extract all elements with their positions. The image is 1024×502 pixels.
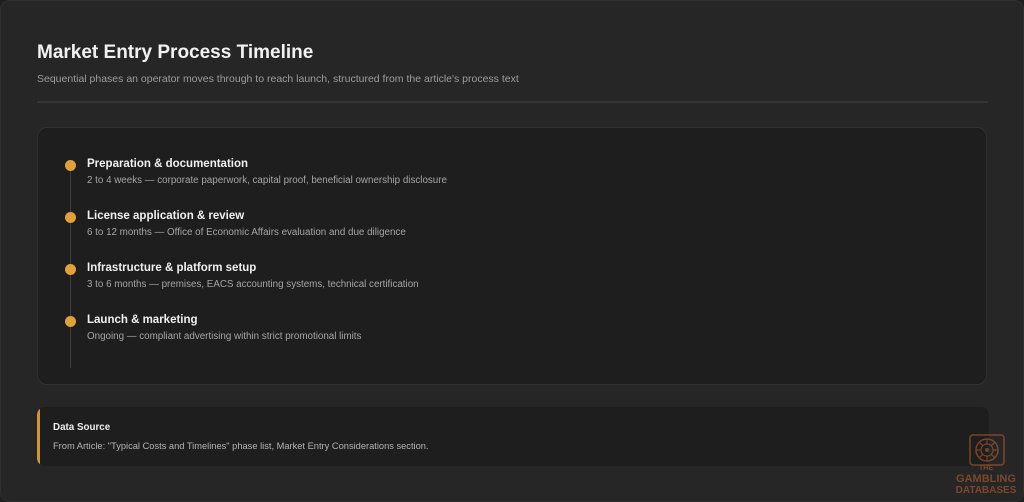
timeline-dot-icon: [65, 264, 76, 275]
source-heading: Data Source: [53, 422, 111, 433]
timeline-dot-icon: [65, 160, 76, 171]
data-source-card: Data Source From Article: "Typical Costs…: [37, 407, 989, 466]
step-description: 6 to 12 months — Office of Economic Affa…: [87, 227, 406, 238]
roulette-wheel-icon: [969, 434, 1005, 466]
step-description: 2 to 4 weeks — corporate paperwork, capi…: [87, 175, 447, 186]
step-title: Preparation & documentation: [87, 158, 249, 170]
timeline-dot-icon: [65, 316, 76, 327]
source-text: From Article: "Typical Costs and Timelin…: [53, 441, 429, 451]
watermark-logo: THE GAMBLING DATABASES: [948, 432, 1022, 500]
app-frame: Market Entry Process Timeline Sequential…: [0, 0, 1024, 502]
source-accent-bar: [37, 407, 40, 466]
header-divider: [37, 101, 988, 103]
watermark-text: GAMBLING: [956, 473, 1016, 485]
step-title: Launch & marketing: [87, 314, 198, 326]
timeline-card: Preparation & documentation 2 to 4 weeks…: [37, 127, 987, 385]
step-title: Infrastructure & platform setup: [87, 262, 257, 274]
step-description: Ongoing — compliant advertising within s…: [87, 331, 362, 342]
timeline-dot-icon: [65, 212, 76, 223]
step-title: License application & review: [87, 210, 245, 222]
watermark-text: DATABASES: [955, 485, 1017, 496]
watermark-text: THE: [979, 465, 993, 472]
step-description: 3 to 6 months — premises, EACS accountin…: [87, 279, 419, 290]
page-subtitle: Sequential phases an operator moves thro…: [37, 73, 519, 85]
page-title: Market Entry Process Timeline: [37, 42, 314, 63]
